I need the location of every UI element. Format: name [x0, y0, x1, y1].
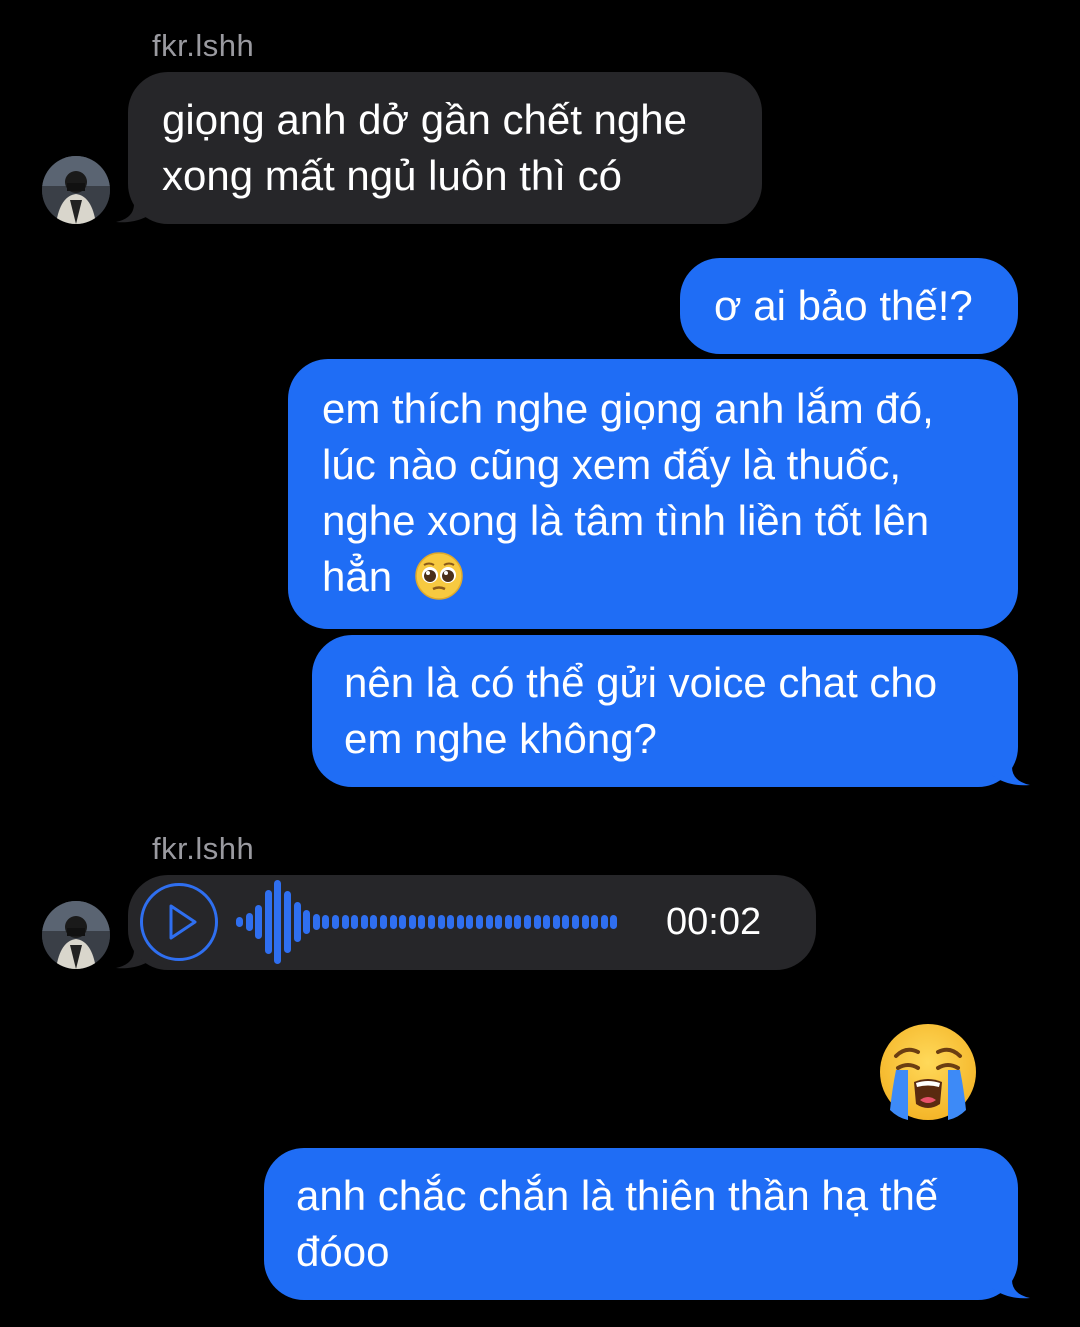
sender-avatar[interactable]	[42, 901, 110, 969]
waveform-bar	[332, 915, 339, 929]
outgoing-message-bubble[interactable]: em thích nghe giọng anh lắm đó, lúc nào …	[288, 359, 1018, 629]
voice-waveform[interactable]	[236, 875, 646, 970]
waveform-bar	[466, 915, 474, 929]
waveform-bar	[255, 905, 263, 939]
voice-duration: 00:02	[666, 901, 762, 943]
outgoing-message-bubble[interactable]: ơ ai bảo thế!?	[680, 258, 1018, 354]
message-text: lúc nào cũng xem đấy là thuốc,	[322, 441, 902, 488]
bubble-tail	[992, 1260, 1030, 1299]
play-icon	[169, 904, 197, 940]
waveform-bar	[562, 915, 570, 929]
message-text: em nghe không?	[344, 715, 657, 762]
message-text: giọng anh dở gần chết nghe	[162, 96, 687, 143]
avatar-image	[42, 156, 110, 224]
avatar-image	[42, 901, 110, 969]
bubble-tail	[992, 747, 1030, 786]
waveform-bar	[236, 917, 243, 927]
waveform-bar	[293, 902, 301, 942]
waveform-bar	[485, 915, 493, 929]
waveform-bar	[389, 915, 397, 929]
waveform-bar	[360, 915, 368, 929]
waveform-bar	[428, 915, 435, 929]
sender-name: fkr.lshh	[152, 28, 255, 63]
waveform-bar	[514, 915, 522, 929]
message-text: nên là có thể gửi voice chat cho	[344, 659, 938, 706]
outgoing-message-bubble[interactable]: anh chắc chắn là thiên thần hạ thế đóoo	[264, 1148, 1030, 1300]
waveform-bar	[264, 890, 272, 954]
pleading-face-emoji-icon	[415, 552, 463, 600]
waveform-bar	[437, 915, 445, 929]
waveform-bar	[351, 915, 359, 929]
waveform-bar	[610, 915, 618, 929]
waveform-bar	[245, 913, 253, 931]
waveform-bar	[456, 915, 464, 929]
message-text: xong mất ngủ luôn thì có	[162, 152, 622, 199]
waveform-bar	[447, 915, 455, 929]
incoming-message-bubble[interactable]: giọng anh dở gần chết nghe xong mất ngủ …	[116, 72, 762, 224]
waveform-bar	[341, 915, 349, 929]
waveform-bar	[591, 915, 599, 929]
waveform-bar	[399, 915, 407, 929]
waveform-bar	[572, 915, 579, 929]
waveform-bar	[533, 915, 541, 929]
play-button[interactable]	[140, 883, 218, 961]
waveform-bar	[543, 915, 551, 929]
waveform-bar	[524, 915, 531, 929]
waveform-bar	[380, 915, 387, 929]
message-text: ơ ai bảo thế!?	[714, 282, 973, 329]
outgoing-message-bubble[interactable]: nên là có thể gửi voice chat cho em nghe…	[312, 635, 1030, 787]
waveform-bar	[312, 914, 320, 930]
waveform-bar	[370, 915, 378, 929]
waveform-bar	[581, 915, 589, 929]
waveform-bar	[303, 910, 311, 934]
waveform-bar	[284, 891, 291, 953]
loudly-crying-face-icon	[880, 1024, 976, 1120]
message-text: anh chắc chắn là thiên thần hạ thế	[296, 1172, 939, 1219]
emoji-message[interactable]	[876, 1020, 980, 1124]
sender-avatar[interactable]	[42, 156, 110, 224]
waveform-bar	[476, 915, 483, 929]
message-text: nghe xong là tâm tình liền tốt lên	[322, 497, 930, 544]
waveform-bar	[504, 915, 512, 929]
message-text-last-line: hẳn	[322, 549, 984, 605]
message-text: đóoo	[296, 1228, 390, 1275]
waveform-bar	[552, 915, 560, 929]
waveform-bar	[274, 880, 282, 964]
sender-name: fkr.lshh	[152, 831, 255, 866]
waveform-bar	[418, 915, 426, 929]
waveform-bar	[495, 915, 503, 929]
waveform-bar	[600, 915, 608, 929]
waveform-bar	[408, 915, 416, 929]
message-text: hẳn	[322, 553, 393, 600]
voice-message-bubble[interactable]: 00:02	[116, 875, 816, 970]
message-text: em thích nghe giọng anh lắm đó,	[322, 385, 934, 432]
waveform-bar	[322, 915, 330, 929]
